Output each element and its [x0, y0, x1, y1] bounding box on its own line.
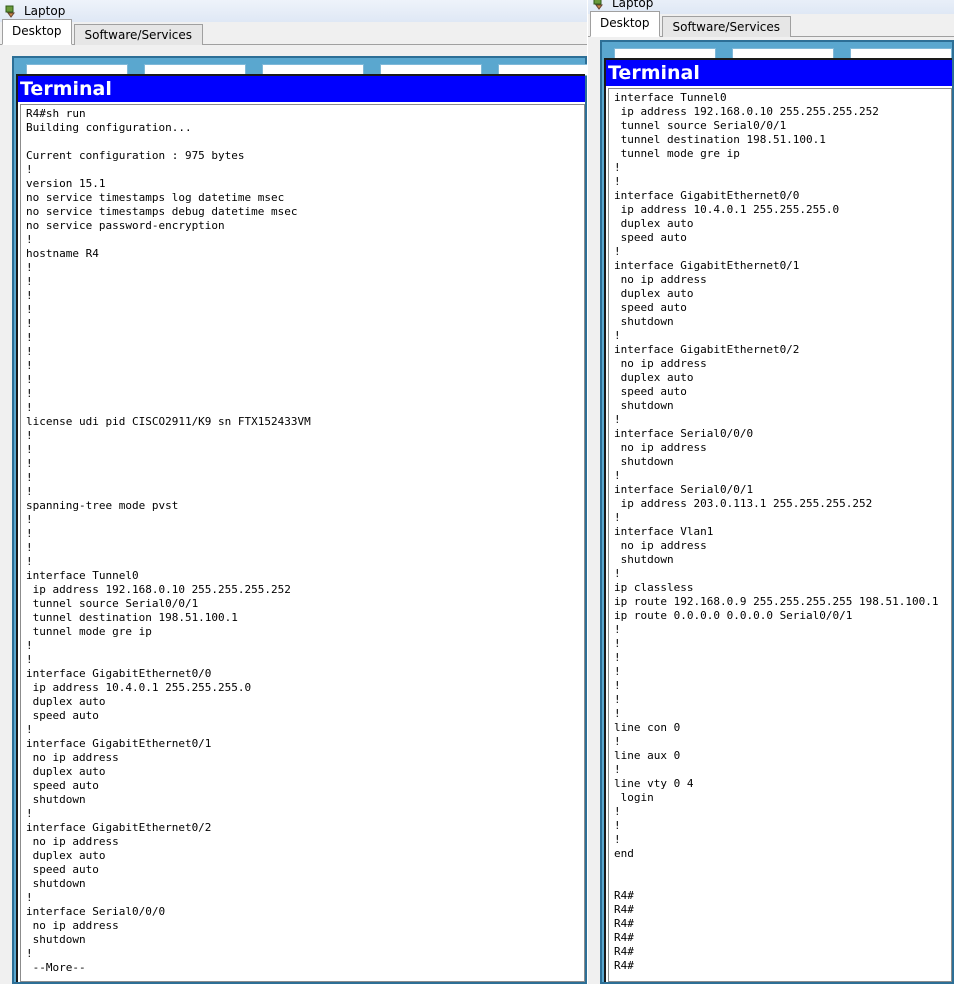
terminal-output[interactable]: interface Tunnel0 ip address 192.168.0.1…	[608, 88, 952, 982]
laptop-window-right: Laptop Desktop Software/Services Termina…	[588, 0, 954, 984]
terminal-title: Terminal	[18, 76, 585, 102]
window-titlebar[interactable]: Laptop	[0, 0, 587, 22]
terminal-text[interactable]: R4#sh run Building configuration... Curr…	[21, 105, 584, 975]
terminal-panel: Terminal interface Tunnel0 ip address 19…	[604, 58, 952, 982]
tab-software-services[interactable]: Software/Services	[73, 24, 204, 45]
terminal-output[interactable]: R4#sh run Building configuration... Curr…	[20, 104, 585, 982]
terminal-title: Terminal	[606, 60, 952, 86]
desktop-area: Terminal interface Tunnel0 ip address 19…	[600, 40, 954, 984]
tab-desktop[interactable]: Desktop	[2, 19, 72, 45]
tab-software-services[interactable]: Software/Services	[661, 16, 792, 37]
tab-bar: Desktop Software/Services	[588, 11, 954, 37]
terminal-text[interactable]: interface Tunnel0 ip address 192.168.0.1…	[609, 89, 951, 973]
laptop-app-icon	[4, 4, 18, 18]
window-title: Laptop	[612, 0, 654, 10]
laptop-window-left: Laptop Desktop Software/Services Termina…	[0, 0, 587, 984]
desktop-area: Terminal R4#sh run Building configuratio…	[12, 56, 587, 984]
tab-desktop[interactable]: Desktop	[590, 11, 660, 37]
terminal-panel: Terminal R4#sh run Building configuratio…	[16, 74, 585, 982]
laptop-app-icon	[592, 0, 606, 10]
window-title: Laptop	[24, 4, 66, 18]
tab-bar: Desktop Software/Services	[0, 19, 587, 45]
